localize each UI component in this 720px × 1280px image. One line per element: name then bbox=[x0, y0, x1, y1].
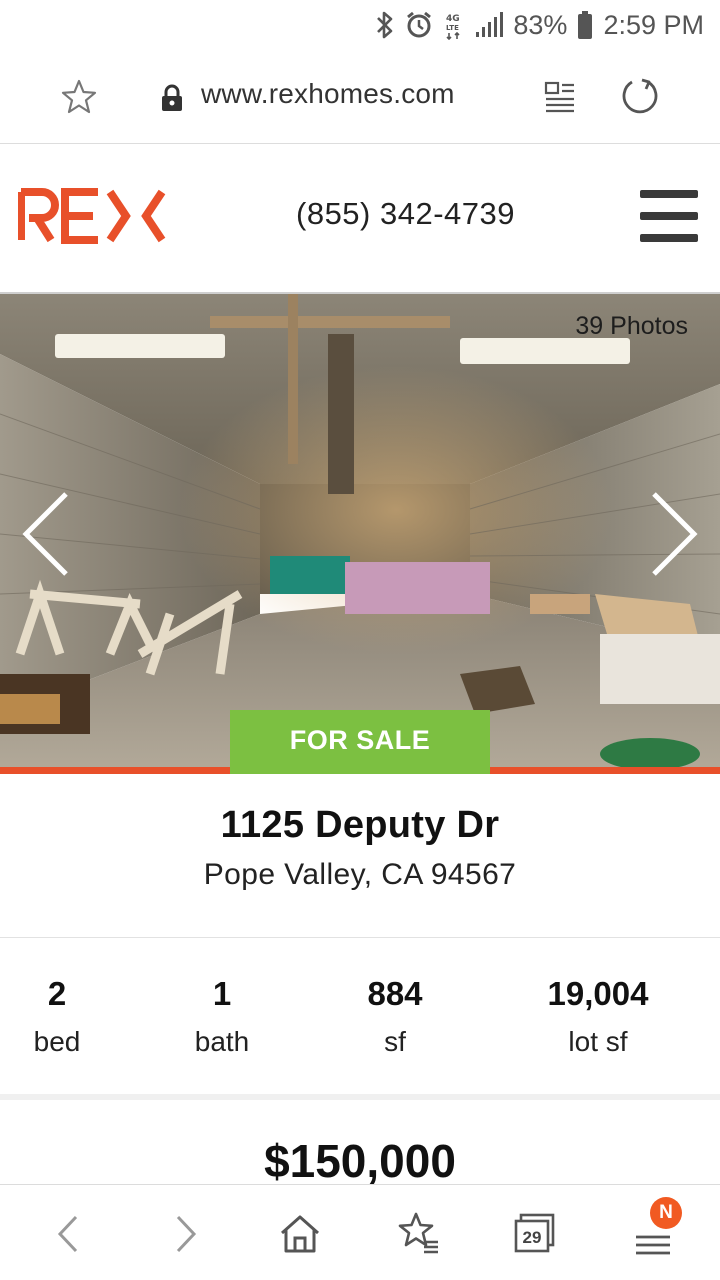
back-arrow-icon[interactable] bbox=[44, 1209, 94, 1259]
svg-text:LTE: LTE bbox=[446, 24, 459, 32]
site-header: (855) 342-4739 bbox=[0, 144, 720, 294]
hamburger-menu-icon[interactable] bbox=[640, 190, 702, 242]
lock-icon bbox=[160, 84, 184, 117]
tabs-icon[interactable]: 29 bbox=[511, 1209, 561, 1259]
reload-icon[interactable] bbox=[620, 76, 660, 123]
stat-value: 884 bbox=[367, 975, 423, 1012]
stat-sf: 884 sf bbox=[345, 974, 445, 1064]
signal-icon bbox=[475, 12, 504, 38]
stat-label: sf bbox=[384, 1026, 406, 1057]
previous-photo-arrow-icon[interactable] bbox=[16, 484, 76, 584]
bookmarks-icon[interactable] bbox=[394, 1209, 444, 1259]
bluetooth-icon bbox=[375, 10, 395, 40]
clock-time: 2:59 PM bbox=[603, 9, 704, 40]
browser-url-bar: www.rexhomes.com bbox=[0, 50, 720, 144]
photo-count[interactable]: 39 Photos bbox=[575, 312, 688, 341]
stat-label: bed bbox=[33, 1026, 81, 1057]
lte-icon: 4G LTE bbox=[443, 10, 465, 40]
svg-text:4G: 4G bbox=[446, 14, 460, 24]
stat-lot-sf: 19,004 lot sf bbox=[528, 974, 668, 1064]
stat-value: 19,004 bbox=[547, 975, 649, 1012]
bookmark-star-icon[interactable] bbox=[60, 78, 98, 121]
reader-mode-icon[interactable] bbox=[543, 80, 577, 119]
stat-label: bath bbox=[194, 1026, 250, 1057]
stat-value: 1 bbox=[212, 975, 232, 1012]
street-address: 1125 Deputy Dr bbox=[220, 804, 500, 846]
tab-count: 29 bbox=[523, 1228, 542, 1247]
status-bar: 4G LTE 83% 2:59 PM bbox=[0, 0, 720, 50]
forward-arrow-icon[interactable] bbox=[160, 1209, 210, 1259]
address-block: 1125 Deputy Dr Pope Valley, CA 94567 bbox=[0, 774, 720, 938]
price-block: $150,000 bbox=[0, 1106, 720, 1184]
stat-bed: 2 bed bbox=[17, 974, 97, 1064]
stat-value: 2 bbox=[47, 975, 67, 1012]
battery-percent: 83% bbox=[513, 9, 568, 40]
next-photo-arrow-icon[interactable] bbox=[644, 484, 704, 584]
phone-number[interactable]: (855) 342-4739 bbox=[296, 196, 515, 232]
stat-label: lot sf bbox=[568, 1026, 628, 1057]
listing-price: $150,000 bbox=[264, 1135, 456, 1184]
notification-badge: N bbox=[650, 1197, 682, 1229]
stat-bath: 1 bath bbox=[172, 974, 272, 1064]
home-icon[interactable] bbox=[275, 1209, 325, 1259]
battery-icon bbox=[577, 10, 593, 40]
for-sale-badge: FOR SALE bbox=[230, 710, 490, 774]
browser-bottom-nav: 29 N bbox=[0, 1184, 720, 1280]
property-stats: 2 bed 1 bath 884 sf 19,004 lot sf bbox=[0, 938, 720, 1100]
rex-logo[interactable] bbox=[17, 188, 168, 249]
listing-photo bbox=[0, 294, 720, 774]
listing-photo-carousel[interactable]: 39 Photos FOR SALE bbox=[0, 294, 720, 774]
city-state-zip: Pope Valley, CA 94567 bbox=[203, 858, 517, 891]
alarm-icon bbox=[405, 10, 433, 40]
url-text[interactable]: www.rexhomes.com bbox=[201, 78, 455, 110]
